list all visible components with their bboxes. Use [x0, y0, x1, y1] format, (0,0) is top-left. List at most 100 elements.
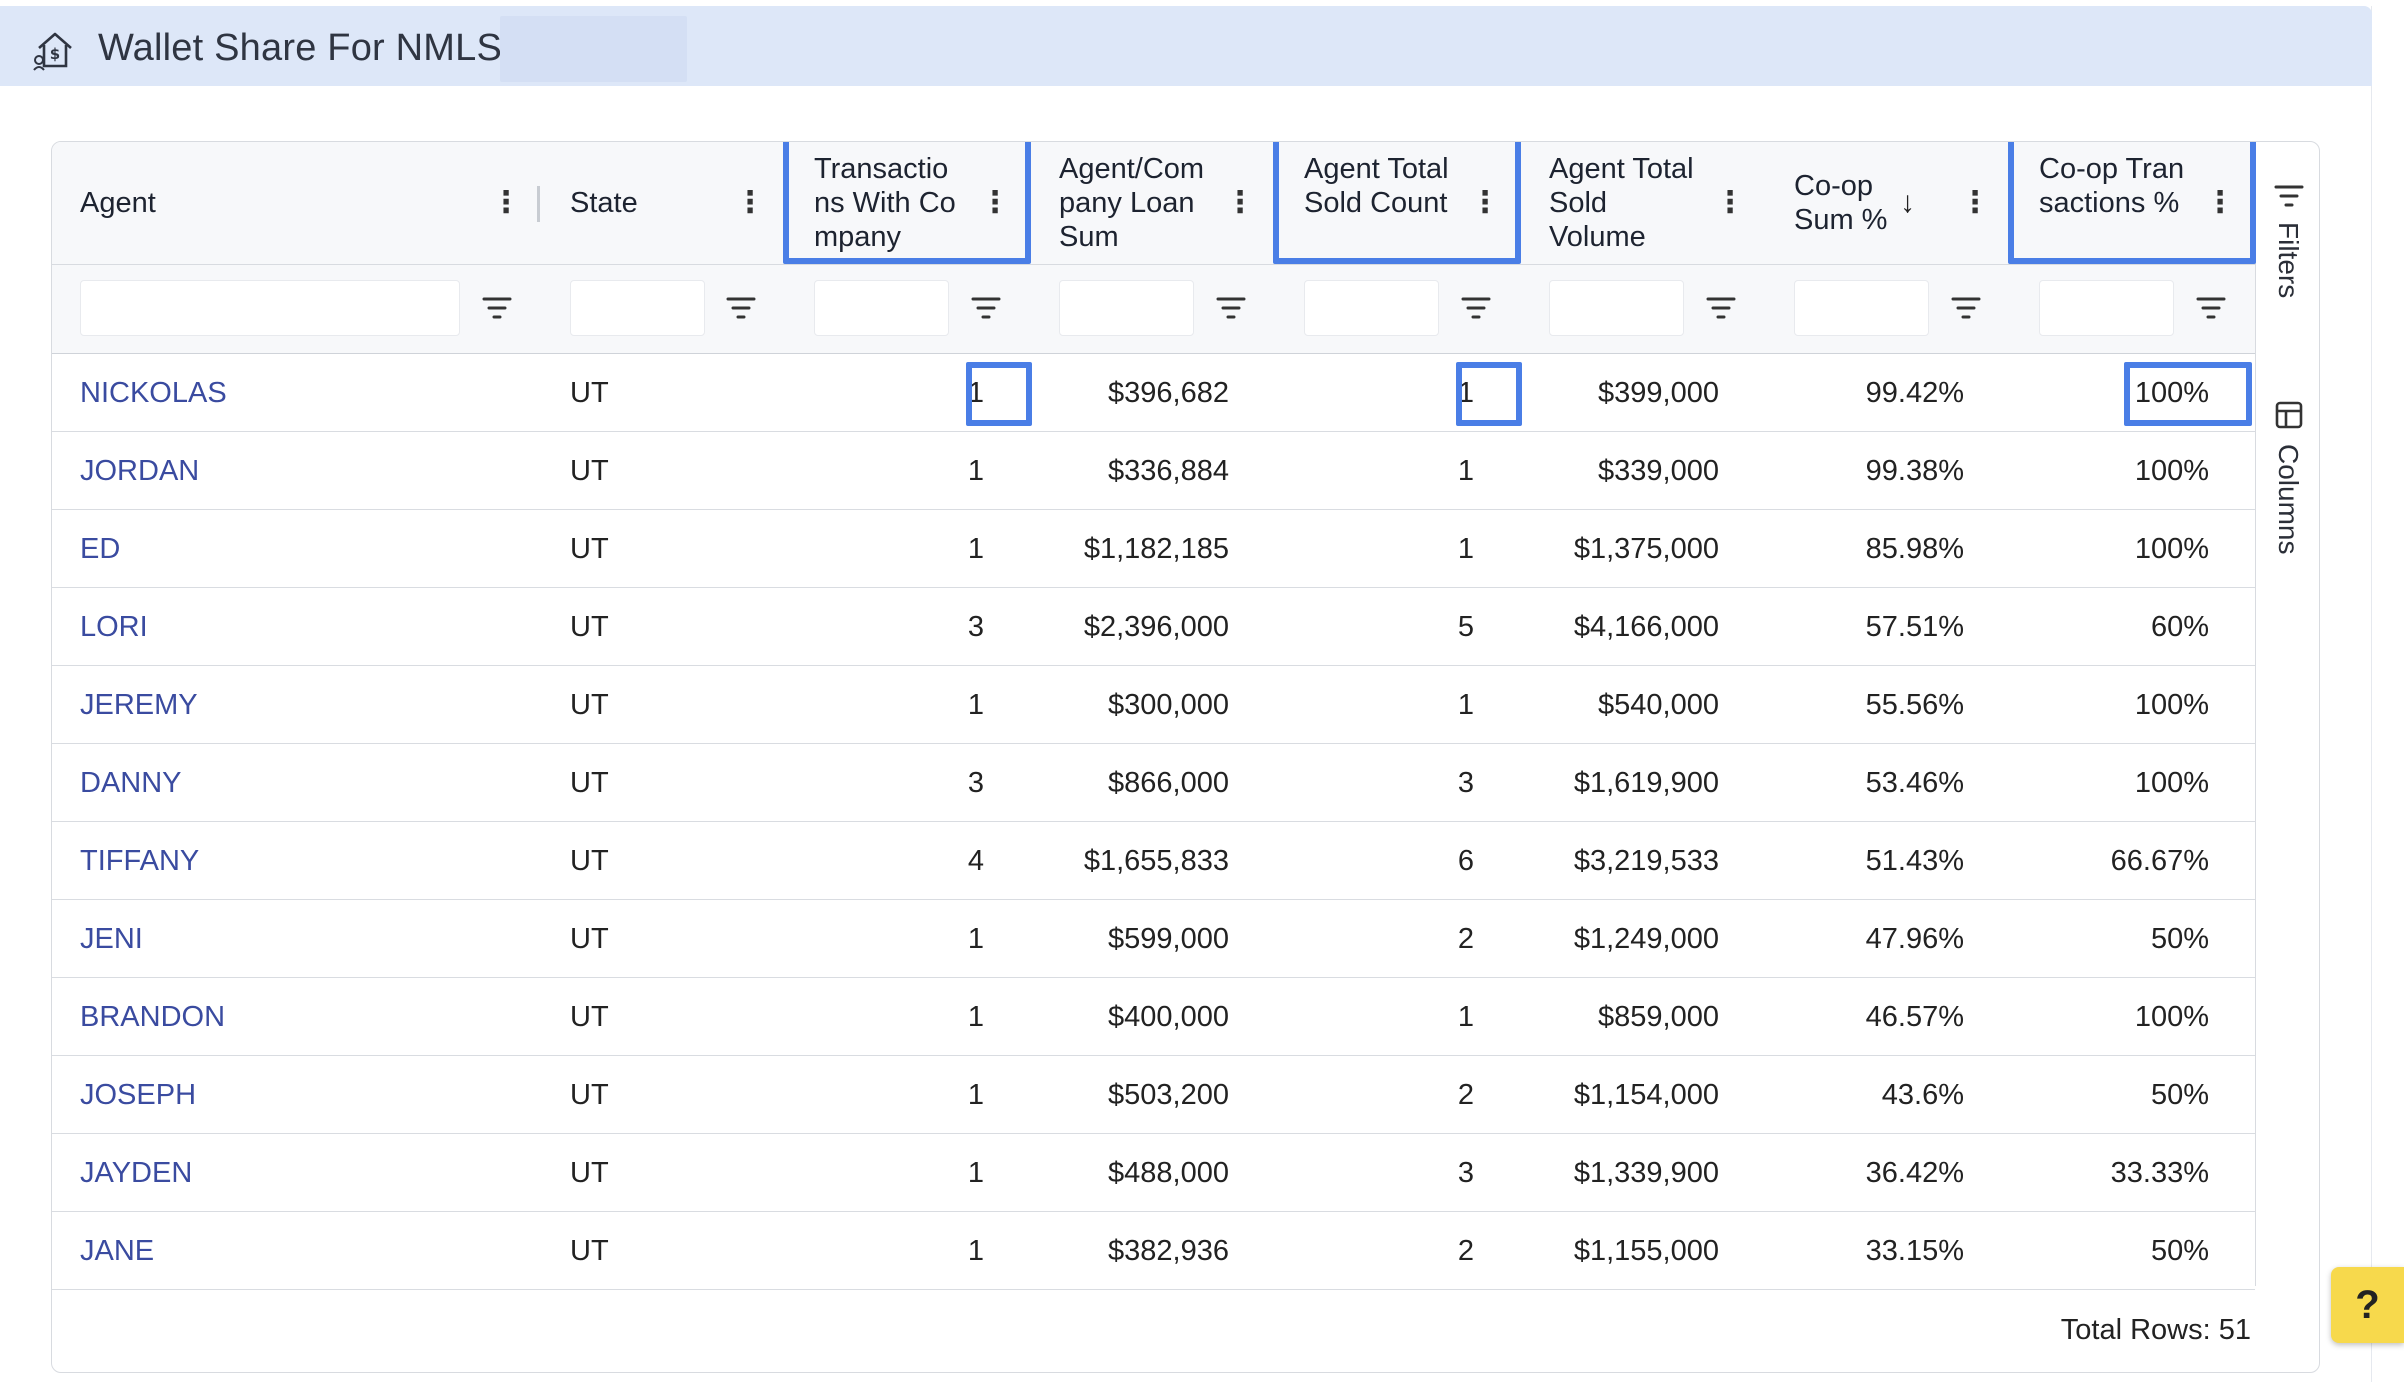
table-row[interactable]: NICKOLAS UT 1 $396,682 1 $399,000 99.42% 100%: [52, 354, 2255, 432]
table-row[interactable]: TIFFANY UT 4 $1,655,833 6 $3,219,533 51.43% 66.…: [52, 822, 2255, 900]
filter-input-agent[interactable]: [80, 280, 460, 336]
column-label: Agent: [80, 187, 156, 219]
agent-name-link[interactable]: ED: [80, 510, 500, 588]
table-cell: 6: [1457, 845, 1474, 877]
column-menu-icon[interactable]: ⋮: [735, 186, 765, 220]
table-row[interactable]: BRANDON UT 1 $400,000 1 $859,000 46.57% 100%: [52, 978, 2255, 1056]
agent-name-link[interactable]: JENI: [80, 900, 500, 978]
agent-name-link[interactable]: JORDAN: [80, 432, 500, 510]
filter-input-transactions[interactable]: [814, 280, 949, 336]
table-cell: 100%: [2134, 455, 2209, 487]
column-header-loan-sum[interactable]: Agent/Company Loan Sum ⋮: [1029, 142, 1274, 265]
table-cell: 66.67%: [2110, 845, 2209, 877]
house-money-icon: $: [33, 32, 72, 71]
filter-icon: [2274, 185, 2304, 207]
agent-name-link[interactable]: LORI: [80, 588, 500, 666]
table-cell: 1: [967, 689, 984, 721]
column-header-coop-sum-pct[interactable]: Co-op Sum % ↓ ⋮: [1764, 142, 2009, 265]
filter-icon[interactable]: [971, 294, 1001, 322]
filter-input-coop-trans[interactable]: [2039, 280, 2174, 336]
column-label: Co-op Sum %: [1794, 170, 1888, 236]
table-row[interactable]: JAYDEN UT 1 $488,000 3 $1,339,900 36.42% 33.33%: [52, 1134, 2255, 1212]
columns-tab[interactable]: Columns: [2262, 400, 2319, 600]
table-cell: 1: [967, 1079, 984, 1111]
filter-input-sold-count[interactable]: [1304, 280, 1439, 336]
table-cell: UT: [570, 1001, 609, 1033]
column-header-transactions-with-company[interactable]: Transactions With Company ⋮: [784, 142, 1029, 265]
agent-name-link[interactable]: DANNY: [80, 744, 500, 822]
table-cell: $400,000: [1108, 1001, 1229, 1033]
agent-name-link[interactable]: JAYDEN: [80, 1134, 500, 1212]
filter-icon[interactable]: [482, 294, 512, 322]
grid-header-row: Agent ⋮ State ⋮ Transactions With Compan…: [52, 142, 2255, 265]
table-row[interactable]: JANE UT 1 $382,936 2 $1,155,000 33.15% 50%: [52, 1212, 2255, 1290]
table-row[interactable]: ED UT 1 $1,182,185 1 $1,375,000 85.98% 100%: [52, 510, 2255, 588]
column-header-agent[interactable]: Agent ⋮: [52, 142, 540, 265]
column-menu-icon[interactable]: ⋮: [1225, 186, 1255, 220]
table-row[interactable]: JEREMY UT 1 $300,000 1 $540,000 55.56% 100%: [52, 666, 2255, 744]
agent-name-link[interactable]: TIFFANY: [80, 822, 500, 900]
table-cell: UT: [570, 455, 609, 487]
filter-icon[interactable]: [1706, 294, 1736, 322]
filter-input-coop-sum[interactable]: [1794, 280, 1929, 336]
agent-name-link[interactable]: JOSEPH: [80, 1056, 500, 1134]
table-cell: 1: [967, 923, 984, 955]
table-cell: UT: [570, 1079, 609, 1111]
agent-name-link[interactable]: JEREMY: [80, 666, 500, 744]
table-cell: 1: [967, 1001, 984, 1033]
filter-icon[interactable]: [2196, 294, 2226, 322]
filters-tab[interactable]: Filters: [2262, 182, 2319, 362]
column-menu-icon[interactable]: ⋮: [980, 186, 1010, 220]
table-cell: $1,154,000: [1573, 1079, 1719, 1111]
table-cell: 57.51%: [1865, 611, 1964, 643]
table-cell: 55.56%: [1865, 689, 1964, 721]
filter-icon[interactable]: [1216, 294, 1246, 322]
wallet-share-card: $ Wallet Share For NMLS: Agent ⋮ State ⋮…: [0, 6, 2372, 1382]
data-grid: Agent ⋮ State ⋮ Transactions With Compan…: [51, 141, 2320, 1373]
table-cell: $1,155,000: [1573, 1235, 1719, 1267]
table-cell: $1,375,000: [1573, 533, 1719, 565]
table-cell: UT: [570, 377, 609, 409]
table-cell: 100%: [2134, 377, 2209, 409]
table-cell: 43.6%: [1881, 1079, 1964, 1111]
help-button[interactable]: ?: [2331, 1267, 2404, 1343]
agent-name-link[interactable]: NICKOLAS: [80, 354, 500, 432]
table-cell: 36.42%: [1865, 1157, 1964, 1189]
filter-icon[interactable]: [1461, 294, 1491, 322]
filter-input-sold-volume[interactable]: [1549, 280, 1684, 336]
table-row[interactable]: DANNY UT 3 $866,000 3 $1,619,900 53.46% 100%: [52, 744, 2255, 822]
table-cell: $339,000: [1598, 455, 1719, 487]
filter-icon[interactable]: [1951, 294, 1981, 322]
column-header-coop-transactions-pct[interactable]: Co-op Transactions % ⋮: [2009, 142, 2255, 265]
table-row[interactable]: LORI UT 3 $2,396,000 5 $4,166,000 57.51% 60%: [52, 588, 2255, 666]
sort-descending-icon[interactable]: ↓: [1900, 186, 1915, 220]
column-menu-icon[interactable]: ⋮: [2205, 186, 2235, 220]
column-menu-icon[interactable]: ⋮: [491, 186, 521, 220]
table-cell: 85.98%: [1865, 533, 1964, 565]
column-label: Agent Total Sold Volume: [1549, 153, 1694, 253]
columns-icon: [2275, 401, 2303, 429]
filter-input-state[interactable]: [570, 280, 705, 336]
table-cell: 1: [1457, 455, 1474, 487]
column-header-total-sold-volume[interactable]: Agent Total Sold Volume ⋮: [1519, 142, 1764, 265]
column-menu-icon[interactable]: ⋮: [1960, 186, 1990, 220]
table-row[interactable]: JORDAN UT 1 $336,884 1 $339,000 99.38% 100%: [52, 432, 2255, 510]
table-cell: 33.15%: [1865, 1235, 1964, 1267]
table-row[interactable]: JENI UT 1 $599,000 2 $1,249,000 47.96% 50%: [52, 900, 2255, 978]
agent-name-link[interactable]: BRANDON: [80, 978, 500, 1056]
column-menu-icon[interactable]: ⋮: [1470, 186, 1500, 220]
table-cell: UT: [570, 689, 609, 721]
table-cell: 1: [967, 455, 984, 487]
table-cell: 50%: [2150, 1235, 2209, 1267]
column-header-state[interactable]: State ⋮: [540, 142, 784, 265]
table-cell: $1,619,900: [1573, 767, 1719, 799]
filter-input-loan-sum[interactable]: [1059, 280, 1194, 336]
table-cell: UT: [570, 1235, 609, 1267]
table-cell: $4,166,000: [1573, 611, 1719, 643]
column-menu-icon[interactable]: ⋮: [1715, 186, 1745, 220]
agent-name-link[interactable]: JANE: [80, 1212, 500, 1290]
table-row[interactable]: JOSEPH UT 1 $503,200 2 $1,154,000 43.6% 50%: [52, 1056, 2255, 1134]
table-cell: 4: [967, 845, 984, 877]
column-header-total-sold-count[interactable]: Agent Total Sold Count ⋮: [1274, 142, 1519, 265]
filter-icon[interactable]: [726, 294, 756, 322]
